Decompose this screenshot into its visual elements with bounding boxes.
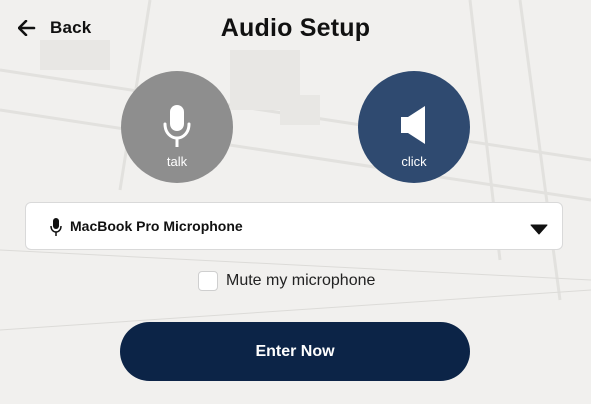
mute-label: Mute my microphone bbox=[226, 272, 376, 289]
enter-now-button[interactable]: Enter Now bbox=[120, 322, 470, 381]
microphone-icon bbox=[50, 218, 62, 241]
page-title: Audio Setup bbox=[220, 14, 371, 42]
talk-label: talk bbox=[166, 154, 188, 169]
click-label: click bbox=[401, 154, 427, 169]
click-mode-button[interactable]: click bbox=[358, 71, 470, 183]
speaker-icon bbox=[358, 105, 470, 145]
mute-checkbox[interactable] bbox=[198, 271, 218, 291]
caret-down-icon bbox=[530, 222, 548, 240]
microphone-select-value: MacBook Pro Microphone bbox=[70, 218, 243, 234]
microphone-icon bbox=[121, 105, 233, 149]
mute-microphone-option[interactable]: Mute my microphone bbox=[198, 271, 375, 291]
talk-mode-button[interactable]: talk bbox=[121, 71, 233, 183]
microphone-select[interactable]: MacBook Pro Microphone bbox=[25, 202, 563, 250]
